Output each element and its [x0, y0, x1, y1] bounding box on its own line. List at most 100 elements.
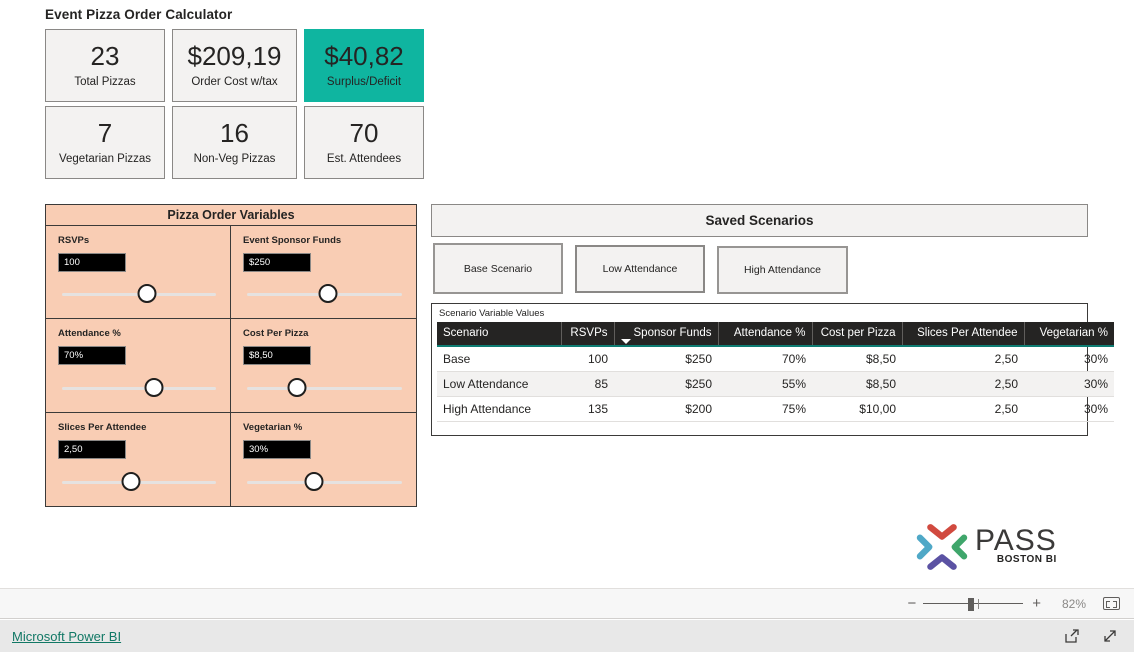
zoom-slider-thumb[interactable]	[968, 597, 975, 611]
microsoft-power-bi-link[interactable]: Microsoft Power BI	[12, 629, 121, 644]
pass-boston-bi-logo: PASS BOSTON BI	[913, 518, 1073, 580]
bottom-bar: Microsoft Power BI	[0, 620, 1134, 652]
col-header-attendance[interactable]: Attendance %	[718, 322, 813, 347]
kpi-card-order-cost[interactable]: $209,19 Order Cost w/tax	[172, 29, 297, 102]
table-row[interactable]: Low Attendance 85 $250 55% $8,50 2,50 30…	[437, 371, 1114, 397]
variable-label: Vegetarian %	[243, 421, 303, 433]
kpi-card-est-attendees[interactable]: 70 Est. Attendees	[304, 106, 424, 179]
zoom-slider-tick	[978, 598, 980, 609]
scenario-button-base[interactable]: Base Scenario	[433, 243, 563, 294]
kpi-value: 7	[97, 118, 113, 149]
zoom-slider[interactable]	[923, 597, 1024, 611]
attendance-slider[interactable]	[62, 377, 216, 398]
rsvps-slider[interactable]	[62, 284, 216, 304]
kpi-label: Order Cost w/tax	[191, 75, 278, 88]
table-header-row: Scenario RSVPs Sponsor Funds Attendance …	[437, 322, 1114, 347]
slider-thumb[interactable]	[287, 377, 307, 397]
cell-rsvps: 85	[561, 371, 614, 397]
cell-cost-per-pizza: $10,00	[812, 396, 902, 422]
zoom-out-button[interactable]: −	[907, 596, 916, 611]
kpi-card-total-pizzas[interactable]: 23 Total Pizzas	[45, 29, 165, 102]
fullscreen-icon[interactable]	[1102, 628, 1118, 644]
slices-per-attendee-slider[interactable]	[62, 471, 216, 492]
col-header-rsvps[interactable]: RSVPs	[561, 322, 615, 347]
kpi-card-surplus-deficit[interactable]: $40,82 Surplus/Deficit	[304, 29, 424, 102]
cell-slices-per-attendee: 2,50	[902, 346, 1024, 372]
cell-sponsor-funds: $250	[614, 371, 718, 397]
variable-cell-event-sponsor-funds: Event Sponsor Funds $250	[231, 226, 416, 320]
table-row[interactable]: High Attendance 135 $200 75% $10,00 2,50…	[437, 396, 1114, 422]
pizza-order-variables-panel: Pizza Order Variables RSVPs 100 Event Sp…	[45, 204, 417, 507]
table-caption: Scenario Variable Values	[439, 308, 545, 319]
cost-per-pizza-value-input[interactable]: $8,50	[243, 346, 311, 366]
slider-thumb[interactable]	[121, 471, 141, 491]
cell-attendance: 75%	[718, 396, 812, 422]
vegetarian-pct-value-input[interactable]: 30%	[243, 439, 311, 459]
kpi-card-vegetarian-pizzas[interactable]: 7 Vegetarian Pizzas	[45, 106, 165, 179]
kpi-card-grid: 23 Total Pizzas $209,19 Order Cost w/tax…	[45, 29, 431, 179]
col-header-cost-per-pizza[interactable]: Cost per Pizza	[812, 322, 903, 347]
kpi-row-bottom: 7 Vegetarian Pizzas 16 Non-Veg Pizzas 70…	[45, 106, 431, 179]
zoom-bar: − + 82%	[0, 588, 1134, 619]
slider-track	[247, 480, 402, 484]
variable-label: RSVPs	[58, 235, 90, 246]
col-header-slices-per-attendee[interactable]: Slices Per Attendee	[902, 322, 1025, 347]
variable-label: Attendance %	[58, 328, 121, 340]
slices-per-attendee-value-input[interactable]: 2,50	[58, 439, 126, 459]
col-header-sponsor-funds-label: Sponsor Funds	[633, 327, 712, 339]
kpi-value: $209,19	[187, 41, 282, 72]
kpi-value: 70	[349, 118, 379, 149]
slider-thumb[interactable]	[144, 377, 164, 397]
cell-rsvps: 135	[561, 396, 614, 422]
variable-label: Cost Per Pizza	[243, 328, 309, 340]
cell-attendance: 55%	[718, 371, 812, 397]
cell-slices-per-attendee: 2,50	[902, 371, 1024, 397]
sponsor-funds-slider[interactable]	[247, 284, 402, 304]
vegetarian-pct-slider[interactable]	[247, 471, 402, 492]
kpi-value: $40,82	[324, 41, 404, 72]
slider-thumb[interactable]	[137, 284, 157, 304]
kpi-card-non-veg-pizzas[interactable]: 16 Non-Veg Pizzas	[172, 106, 297, 179]
slider-track	[247, 386, 402, 390]
pass-star-icon	[916, 524, 968, 570]
kpi-label: Surplus/Deficit	[326, 75, 402, 88]
attendance-value-input[interactable]: 70%	[58, 346, 126, 366]
scenario-table: Scenario RSVPs Sponsor Funds Attendance …	[437, 322, 1114, 422]
variable-cell-attendance-pct: Attendance % 70%	[46, 319, 231, 413]
table-header: Scenario RSVPs Sponsor Funds Attendance …	[437, 322, 1114, 347]
cell-attendance: 70%	[718, 346, 812, 372]
fit-to-page-icon[interactable]	[1103, 597, 1120, 610]
bottom-bar-actions	[1064, 628, 1118, 644]
share-icon[interactable]	[1064, 628, 1080, 644]
cell-vegetarian: 30%	[1024, 346, 1114, 372]
col-header-sponsor-funds[interactable]: Sponsor Funds	[614, 322, 719, 347]
scenario-button-low-attendance[interactable]: Low Attendance	[575, 245, 705, 293]
cell-sponsor-funds: $200	[614, 396, 718, 422]
kpi-row-top: 23 Total Pizzas $209,19 Order Cost w/tax…	[45, 29, 431, 102]
saved-scenarios-title: Saved Scenarios	[431, 204, 1088, 237]
kpi-label: Non-Veg Pizzas	[193, 152, 276, 165]
zoom-in-button[interactable]: +	[1032, 596, 1041, 611]
col-header-vegetarian[interactable]: Vegetarian %	[1024, 322, 1114, 347]
variables-grid: RSVPs 100 Event Sponsor Funds $250 Atten…	[46, 226, 416, 506]
cell-rsvps: 100	[561, 346, 614, 372]
cell-cost-per-pizza: $8,50	[812, 371, 902, 397]
cost-per-pizza-slider[interactable]	[247, 377, 402, 398]
variable-cell-cost-per-pizza: Cost Per Pizza $8,50	[231, 319, 416, 413]
rsvps-value-input[interactable]: 100	[58, 253, 126, 272]
kpi-value: 16	[220, 118, 249, 149]
zoom-level-label: 82%	[1061, 596, 1086, 611]
scenario-variable-values-table: Scenario Variable Values Scenario RSVPs …	[431, 303, 1114, 436]
cell-cost-per-pizza: $8,50	[812, 346, 902, 372]
table-row[interactable]: Base 100 $250 70% $8,50 2,50 30%	[437, 346, 1114, 372]
slider-thumb[interactable]	[318, 284, 338, 304]
kpi-label: Vegetarian Pizzas	[58, 152, 152, 165]
sponsor-funds-value-input[interactable]: $250	[243, 253, 311, 272]
slider-thumb[interactable]	[304, 471, 324, 491]
report-page: Event Pizza Order Calculator 23 Total Pi…	[0, 0, 1134, 588]
sort-descending-icon	[620, 339, 631, 344]
col-header-scenario[interactable]: Scenario	[437, 322, 562, 347]
kpi-label: Est. Attendees	[326, 152, 402, 165]
scenario-button-high-attendance[interactable]: High Attendance	[717, 246, 848, 294]
cell-scenario: High Attendance	[437, 396, 561, 422]
